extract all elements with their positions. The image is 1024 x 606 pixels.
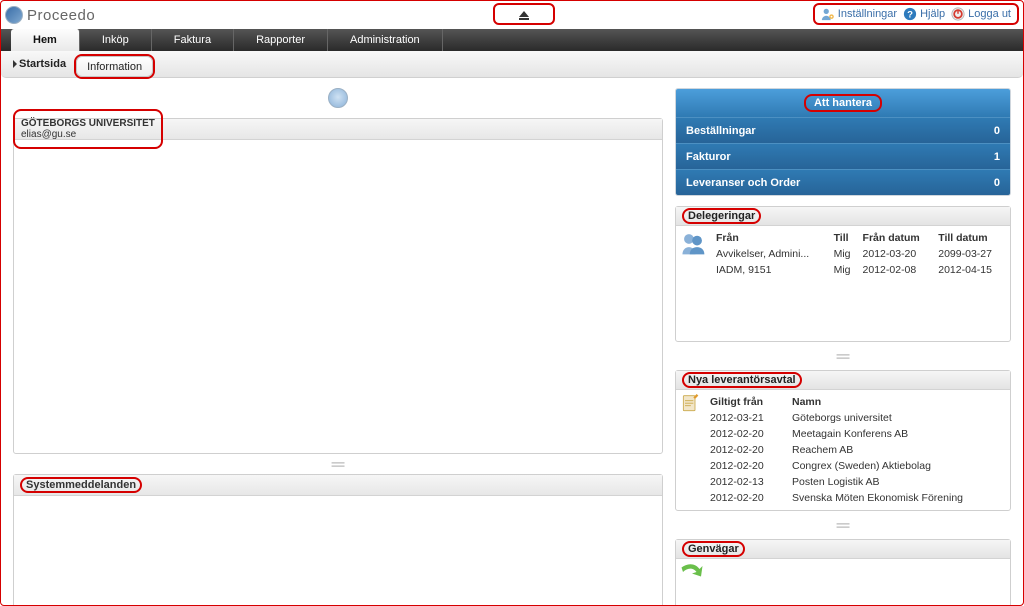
help-link[interactable]: ? Hjälp	[903, 7, 945, 21]
contracts-header: Nya leverantörsavtal	[676, 371, 1010, 390]
table-row[interactable]: Avvikelser, Admini... Mig 2012-03-20 209…	[712, 246, 1006, 262]
org-name: GÖTEBORGS UNIVERSITET	[21, 118, 155, 129]
settings-label: Inställningar	[838, 8, 897, 20]
nav-purchase[interactable]: Inköp	[80, 29, 152, 51]
brand-name: Proceedo	[27, 7, 95, 24]
resize-handle-right1[interactable]: ═	[675, 352, 1011, 360]
main-nav: Hem Inköp Faktura Rapporter Administrati…	[1, 29, 1023, 51]
resize-handle-top[interactable]: ═	[13, 460, 663, 468]
contracts-title: Nya leverantörsavtal	[682, 372, 802, 388]
to-handle-title-row: Att hantera	[676, 89, 1010, 117]
to-handle-title: Att hantera	[804, 94, 882, 112]
contracts-panel: Nya leverantörsavtal Giltigt från Namn 2…	[675, 370, 1011, 511]
app-frame: Proceedo Inställningar ? Hjälp Logga ut	[0, 0, 1024, 606]
subnav-info[interactable]: Information	[76, 56, 153, 77]
info-panel-body	[14, 140, 662, 453]
delegations-header: Delegeringar	[676, 207, 1010, 226]
svg-text:?: ?	[907, 10, 913, 21]
logout-link[interactable]: Logga ut	[951, 7, 1011, 21]
sub-nav: Startsida Information	[1, 51, 1023, 78]
to-handle-count: 0	[994, 177, 1000, 189]
user-gear-icon	[821, 7, 835, 21]
col-name: Namn	[788, 394, 1006, 410]
to-handle-row[interactable]: Beställningar 0	[676, 117, 1010, 143]
contracts-body: Giltigt från Namn 2012-03-21Göteborgs un…	[676, 390, 1010, 510]
brand-logo-icon	[5, 6, 23, 24]
to-handle-row[interactable]: Fakturor 1	[676, 143, 1010, 169]
table-row[interactable]: 2012-02-20Reachem AB	[706, 442, 1006, 458]
table-header-row: Giltigt från Namn	[706, 394, 1006, 410]
delegations-table: Från Till Från datum Till datum Avvikels…	[712, 230, 1006, 278]
eject-bar-icon	[519, 18, 529, 20]
delegations-panel: Delegeringar Från Till Från datum Till	[675, 206, 1011, 342]
shortcut-arrow-icon[interactable]	[680, 572, 704, 584]
to-handle-count: 1	[994, 151, 1000, 163]
shortcuts-header: Genvägar	[676, 540, 1010, 559]
table-row[interactable]: 2012-03-21Göteborgs universitet	[706, 410, 1006, 426]
nav-home[interactable]: Hem	[11, 29, 80, 51]
subnav-start-label: Startsida	[19, 58, 66, 70]
system-messages-title: Systemmeddelanden	[26, 479, 136, 491]
logout-label: Logga ut	[968, 8, 1011, 20]
right-column: Att hantera Beställningar 0 Fakturor 1 L…	[675, 88, 1011, 606]
delegations-title: Delegeringar	[682, 208, 761, 224]
table-row[interactable]: 2012-02-20Svenska Möten Ekonomisk Föreni…	[706, 490, 1006, 506]
help-icon: ?	[903, 7, 917, 21]
to-handle-label: Leveranser och Order	[686, 177, 800, 189]
left-column: GÖTEBORGS UNIVERSITET elias@gu.se ═ Syst…	[13, 88, 663, 606]
info-panel: GÖTEBORGS UNIVERSITET elias@gu.se	[13, 118, 663, 454]
col-valid-from: Giltigt från	[706, 394, 788, 410]
to-handle-row[interactable]: Leveranser och Order 0	[676, 169, 1010, 195]
shortcuts-body	[676, 559, 1010, 588]
top-right-links: Inställningar ? Hjälp Logga ut	[813, 3, 1019, 25]
system-messages-header: Systemmeddelanden	[14, 475, 662, 496]
table-row[interactable]: 2012-02-13Posten Logistik AB	[706, 474, 1006, 490]
delegations-body: Från Till Från datum Till datum Avvikels…	[676, 226, 1010, 282]
eject-icon	[519, 11, 529, 17]
table-row[interactable]: IADM, 9151 Mig 2012-02-08 2012-04-15	[712, 262, 1006, 278]
col-from: Från	[712, 230, 830, 246]
info-panel-header: GÖTEBORGS UNIVERSITET elias@gu.se	[14, 119, 662, 140]
nav-invoice[interactable]: Faktura	[152, 29, 234, 51]
people-icon	[680, 230, 706, 278]
university-seal-icon	[328, 88, 348, 108]
help-label: Hjälp	[920, 8, 945, 20]
col-to: Till	[830, 230, 859, 246]
to-handle-label: Beställningar	[686, 125, 756, 137]
table-row[interactable]: 2012-02-20Meetagain Konferens AB	[706, 426, 1006, 442]
university-seal-row	[13, 88, 663, 108]
to-handle-label: Fakturor	[686, 151, 731, 163]
table-row[interactable]: 2012-02-20Congrex (Sweden) Aktiebolag	[706, 458, 1006, 474]
shortcuts-title: Genvägar	[682, 541, 745, 557]
col-to-date: Till datum	[934, 230, 1006, 246]
content-area: GÖTEBORGS UNIVERSITET elias@gu.se ═ Syst…	[1, 78, 1023, 606]
contracts-table: Giltigt från Namn 2012-03-21Göteborgs un…	[706, 394, 1006, 506]
to-handle-count: 0	[994, 125, 1000, 137]
table-header-row: Från Till Från datum Till datum	[712, 230, 1006, 246]
caret-right-icon	[13, 60, 17, 68]
to-handle-panel: Att hantera Beställningar 0 Fakturor 1 L…	[675, 88, 1011, 196]
nav-reports[interactable]: Rapporter	[234, 29, 328, 51]
nav-admin[interactable]: Administration	[328, 29, 443, 51]
subnav-start[interactable]: Startsida	[7, 58, 72, 70]
toggle-topbar-button[interactable]	[493, 3, 555, 25]
power-icon	[951, 7, 965, 21]
settings-link[interactable]: Inställningar	[821, 7, 897, 21]
shortcuts-panel: Genvägar	[675, 539, 1011, 606]
col-from-date: Från datum	[859, 230, 935, 246]
system-messages-panel: Systemmeddelanden	[13, 474, 663, 606]
user-email: elias@gu.se	[21, 129, 155, 140]
resize-handle-right2[interactable]: ═	[675, 521, 1011, 529]
contract-icon	[680, 394, 700, 506]
